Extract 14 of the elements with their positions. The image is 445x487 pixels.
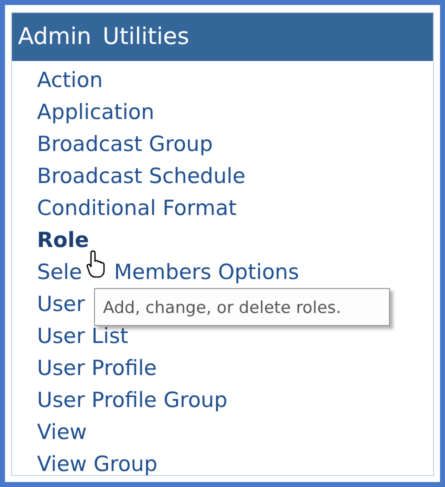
tooltip: Add, change, or delete roles. xyxy=(94,288,390,326)
menu-link[interactable]: Sele xyxy=(37,256,82,288)
menu-link[interactable]: Role xyxy=(37,224,433,256)
menu-link[interactable]: Action xyxy=(37,64,433,96)
menu-link[interactable]: User Profile Group xyxy=(37,384,433,416)
panel-title: Admin Utilities xyxy=(12,13,433,61)
menu-link[interactable]: View Group xyxy=(37,448,433,480)
menu-link[interactable]: Conditional Format xyxy=(37,192,433,224)
menu-link[interactable]: View xyxy=(37,416,433,448)
menu-link[interactable]: Members Options xyxy=(114,256,300,288)
menu-link[interactable]: Broadcast Group xyxy=(37,128,433,160)
menu-link[interactable]: Broadcast Schedule xyxy=(37,160,433,192)
menu-link[interactable]: Application xyxy=(37,96,433,128)
menu-link[interactable]: User Profile xyxy=(37,352,433,384)
